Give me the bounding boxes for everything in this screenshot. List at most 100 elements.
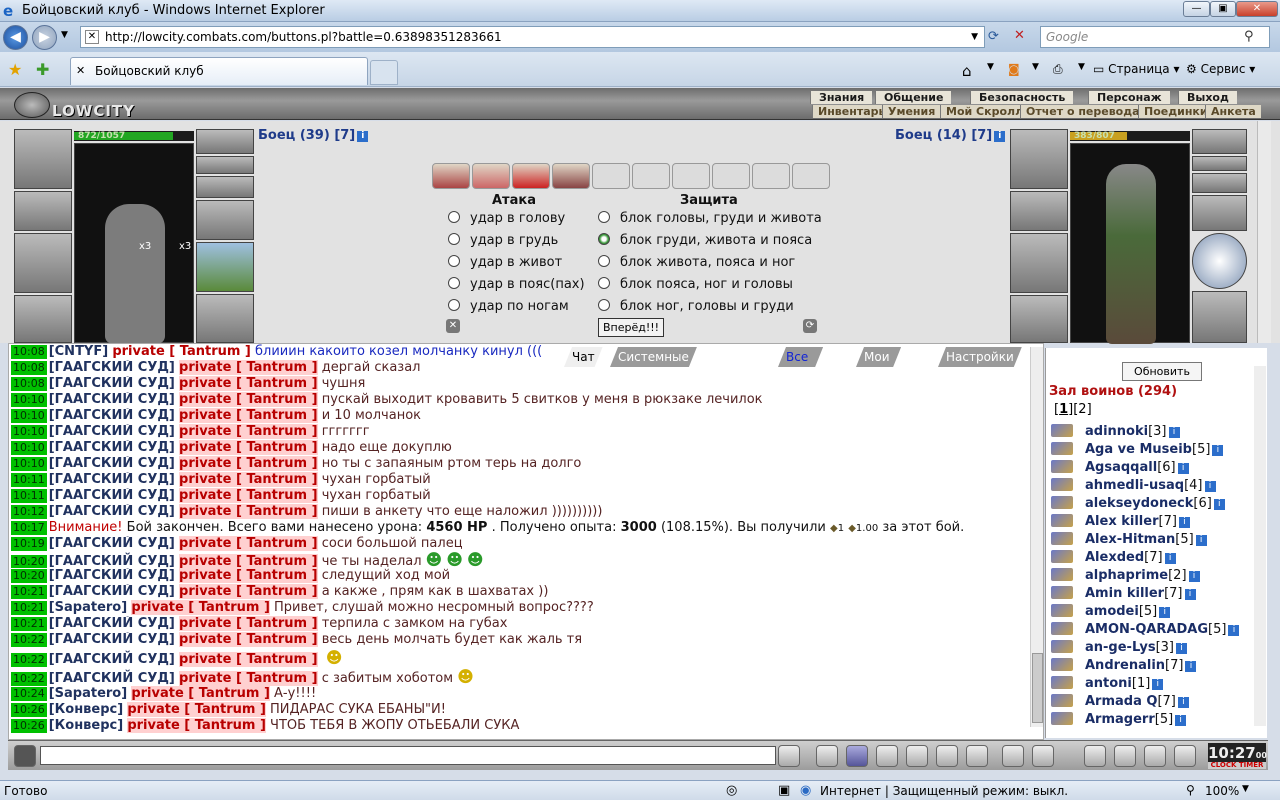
skills-icon[interactable]	[936, 745, 958, 767]
chat-private-tag[interactable]: private [ Tantrum ]	[179, 472, 318, 487]
chat-time[interactable]: 10:17	[11, 521, 47, 535]
ability-slot-empty[interactable]	[712, 163, 750, 189]
chat-nick[interactable]: [ГААГСКИЙ СУД]	[49, 472, 175, 487]
search-icon[interactable]: ⚲	[1244, 29, 1254, 44]
chat-nick[interactable]: [ГААГСКИЙ СУД]	[49, 584, 175, 599]
user-name[interactable]: an-ge-Lys	[1085, 640, 1156, 655]
chat-private-tag[interactable]: private [ Tantrum ]	[179, 632, 318, 647]
chat-private-tag[interactable]: private [ Tantrum ]	[127, 718, 266, 733]
chat-nick[interactable]: [Sapatero]	[49, 686, 127, 701]
chat-mode-icon[interactable]	[14, 745, 36, 767]
user-list-item[interactable]: Agsaqqall[6] i	[1051, 460, 1189, 478]
chat-nick[interactable]: [ГААГСКИЙ СУД]	[49, 536, 175, 551]
chat-private-tag[interactable]: private [ Tantrum ]	[179, 360, 318, 375]
refresh-icon[interactable]: ⟳	[988, 29, 999, 44]
feeds-dropdown-icon[interactable]: ▼	[1032, 62, 1039, 72]
ability-slot-empty[interactable]	[592, 163, 630, 189]
attack-stomach-option[interactable]: удар в живот	[448, 255, 562, 270]
lock-icon[interactable]	[1144, 745, 1166, 767]
info-icon[interactable]: i	[994, 131, 1006, 142]
user-name[interactable]: Aga ve Museib	[1085, 442, 1192, 457]
block-option-5[interactable]: блок ног, головы и груди	[598, 299, 794, 314]
ability-slot-3[interactable]	[512, 163, 550, 189]
chat-private-tag[interactable]: private [ Tantrum ]	[179, 488, 318, 503]
amulet-slot[interactable]	[196, 129, 254, 154]
ability-slot-empty[interactable]	[672, 163, 710, 189]
user-list-item[interactable]: an-ge-Lys[3] i	[1051, 640, 1187, 658]
info-icon[interactable]: i	[1185, 661, 1197, 672]
private-message-icon[interactable]	[1051, 496, 1073, 509]
ability-slot-4[interactable]	[552, 163, 590, 189]
menu-knowledge[interactable]: Знания	[810, 91, 873, 104]
user-name[interactable]: adinnoki	[1085, 424, 1148, 439]
private-message-icon[interactable]	[1051, 604, 1073, 617]
chat-private-tag[interactable]: private [ Tantrum ]	[179, 584, 318, 599]
user-name[interactable]: antoni	[1085, 676, 1132, 691]
user-list-item[interactable]: AMON-QARADAG[5] i	[1051, 622, 1240, 640]
info-icon[interactable]: i	[1195, 535, 1207, 546]
zoom-icon[interactable]: ⚲	[1186, 783, 1195, 797]
info-icon[interactable]: i	[1184, 589, 1196, 600]
private-message-icon[interactable]	[1051, 532, 1073, 545]
search-input[interactable]: Google	[1040, 26, 1270, 48]
chat-nick[interactable]: [Конверс]	[49, 718, 123, 733]
chat-input[interactable]	[40, 746, 776, 765]
ability-slot-empty[interactable]	[792, 163, 830, 189]
page-link[interactable]: 2	[1078, 402, 1086, 417]
info-icon[interactable]: i	[1228, 625, 1240, 636]
info-icon[interactable]: i	[1204, 481, 1216, 492]
add-favorite-icon[interactable]: ✚	[36, 60, 49, 79]
chat-private-tag[interactable]: private [ Tantrum ]	[179, 652, 318, 667]
shield-slot[interactable]	[196, 242, 254, 292]
chat-time[interactable]: 10:20	[11, 555, 47, 568]
block-option-1[interactable]: блок головы, груди и живота	[598, 211, 822, 226]
refresh-battle-icon[interactable]: ⟳	[803, 319, 817, 333]
helmet-slot[interactable]	[14, 129, 72, 189]
info-icon[interactable]: i	[1178, 517, 1190, 528]
chat-time[interactable]: 10:10	[11, 457, 47, 471]
chat-private-tag[interactable]: private [ Tantrum ]	[127, 702, 266, 717]
chat-nick[interactable]: [ГААГСКИЙ СУД]	[49, 360, 175, 375]
menu-inventory[interactable]: Инвентарь	[812, 105, 891, 118]
enemy-weapon-slot[interactable]	[1010, 233, 1068, 293]
private-message-icon[interactable]	[1051, 622, 1073, 635]
ring-slot[interactable]	[196, 156, 254, 174]
chat-nick[interactable]: [ГААГСКИЙ СУД]	[49, 652, 175, 667]
history-dropdown-icon[interactable]: ▼	[61, 30, 68, 40]
chat-time[interactable]: 10:26	[11, 719, 47, 733]
zoom-dropdown-icon[interactable]: ▼	[1242, 784, 1249, 794]
info-icon[interactable]: i	[1177, 463, 1189, 474]
gloves-slot[interactable]	[196, 200, 254, 240]
user-list-item[interactable]: alphaprime[2] i	[1051, 568, 1200, 586]
user-name[interactable]: Andrenalin	[1085, 658, 1165, 673]
ability-slot-empty[interactable]	[752, 163, 790, 189]
attack-belt-option[interactable]: удар в пояс(пах)	[448, 277, 585, 292]
info-icon[interactable]: i	[1164, 553, 1176, 564]
user-name[interactable]: Alex-Hitman	[1085, 532, 1175, 547]
bag-icon[interactable]	[1084, 745, 1106, 767]
enemy-ring-slot[interactable]	[1192, 156, 1247, 171]
info-icon[interactable]: i	[1168, 427, 1180, 438]
chat-nick[interactable]: [ГААГСКИЙ СУД]	[49, 456, 175, 471]
chat-private-tag[interactable]: private [ Tantrum ]	[131, 600, 270, 615]
user-list-item[interactable]: Alexded[7] i	[1051, 550, 1176, 568]
menu-character[interactable]: Персонаж	[1088, 91, 1170, 104]
user-name[interactable]: Alexded	[1085, 550, 1144, 565]
chat-private-tag[interactable]: private [ Tantrum ]	[131, 686, 270, 701]
user-list-item[interactable]: Alex-Hitman[5] i	[1051, 532, 1207, 550]
chat-time[interactable]: 10:08	[11, 361, 47, 375]
chat-time[interactable]: 10:12	[11, 505, 47, 519]
chat-time[interactable]: 10:21	[11, 585, 47, 599]
enemy-rings-slot[interactable]	[1192, 173, 1247, 193]
user-list-item[interactable]: Andrenalin[7] i	[1051, 658, 1197, 676]
hall-scrollbar[interactable]	[1254, 366, 1266, 726]
feeds-icon[interactable]: ◙	[1008, 62, 1020, 76]
chat-nick[interactable]: [Конверс]	[49, 702, 123, 717]
block-option-2[interactable]: блок груди, живота и пояса	[598, 233, 812, 248]
maximize-button[interactable]: ▣	[1210, 1, 1236, 17]
minimize-button[interactable]: —	[1183, 1, 1210, 17]
user-list-item[interactable]: adinnoki[3] i	[1051, 424, 1180, 442]
menu-profile[interactable]: Анкета	[1205, 105, 1261, 118]
info-icon[interactable]: i	[1159, 607, 1171, 618]
chat-nick[interactable]: [ГААГСКИЙ СУД]	[49, 440, 175, 455]
